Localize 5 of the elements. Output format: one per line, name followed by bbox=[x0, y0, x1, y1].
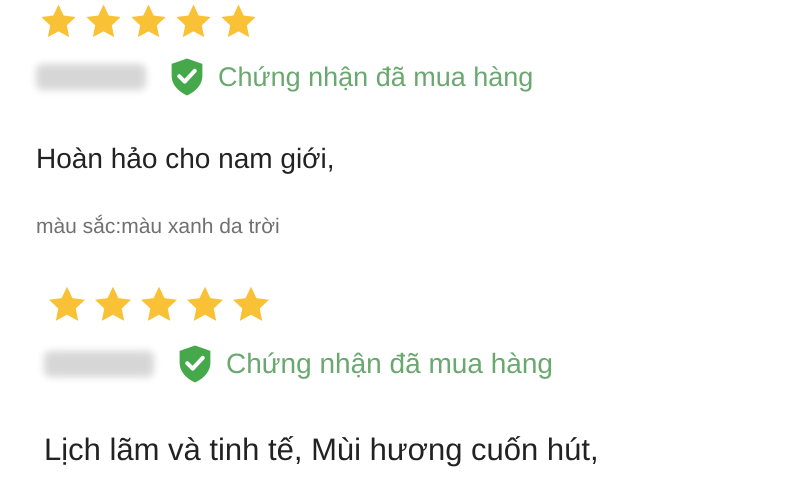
review-comment: Hoàn hảo cho nam giới, bbox=[36, 143, 336, 175]
product-variant: màu sắc:màu xanh da trời bbox=[36, 215, 281, 239]
review-comment: Lịch lãm và tinh tế, Mùi hương cuốn hút, bbox=[44, 432, 600, 468]
verified-purchase-label: Chứng nhận đã mua hàng bbox=[218, 62, 534, 92]
verified-purchase-label: Chứng nhận đã mua hàng bbox=[226, 348, 553, 380]
